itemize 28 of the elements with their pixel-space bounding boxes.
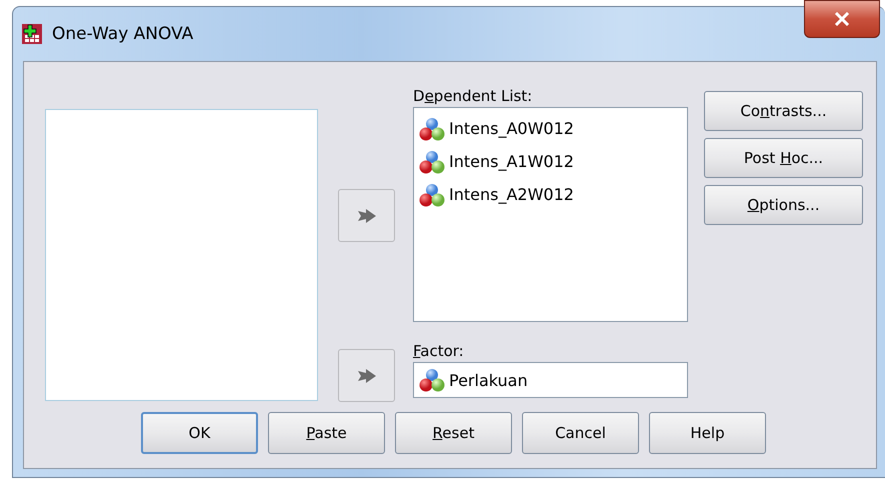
dialog-button[interactable]: Reset xyxy=(395,412,512,454)
three-spheres-icon xyxy=(419,116,445,140)
three-spheres-icon xyxy=(419,368,445,392)
list-item[interactable]: Intens_A1W012 xyxy=(449,152,574,171)
dependent-list-label: Dependent List: xyxy=(413,86,534,107)
spreadsheet-icon xyxy=(21,23,43,45)
dialog-button[interactable]: Paste xyxy=(268,412,385,454)
dialog-button[interactable]: OK xyxy=(141,412,258,454)
dialog-button[interactable]: Cancel xyxy=(522,412,639,454)
factor-label: Factor: xyxy=(413,341,465,362)
list-item[interactable]: Intens_A0W012 xyxy=(449,119,574,138)
arrow-icon xyxy=(356,208,376,224)
dialog-button[interactable]: Options... xyxy=(704,185,863,225)
dialog-button[interactable]: Contrasts... xyxy=(704,91,863,131)
x-icon xyxy=(834,12,850,26)
move-button[interactable] xyxy=(338,349,395,402)
three-spheres-icon xyxy=(419,182,445,206)
move-button[interactable] xyxy=(338,189,395,242)
list-item[interactable]: Intens_A2W012 xyxy=(449,185,574,204)
window-title: One-Way ANOVA xyxy=(52,24,194,44)
arrow-icon xyxy=(356,368,376,384)
factor-field[interactable]: Perlakuan xyxy=(413,362,688,398)
dialog-button[interactable]: Post Hoc... xyxy=(704,138,863,178)
dependent-list[interactable]: Intens_A0W012 Intens_A1W012 Intens_A2W012 xyxy=(413,107,688,322)
factor-value: Perlakuan xyxy=(449,370,528,390)
dialog-button[interactable]: Help xyxy=(649,412,766,454)
close-button[interactable] xyxy=(804,0,880,38)
three-spheres-icon xyxy=(419,150,445,174)
